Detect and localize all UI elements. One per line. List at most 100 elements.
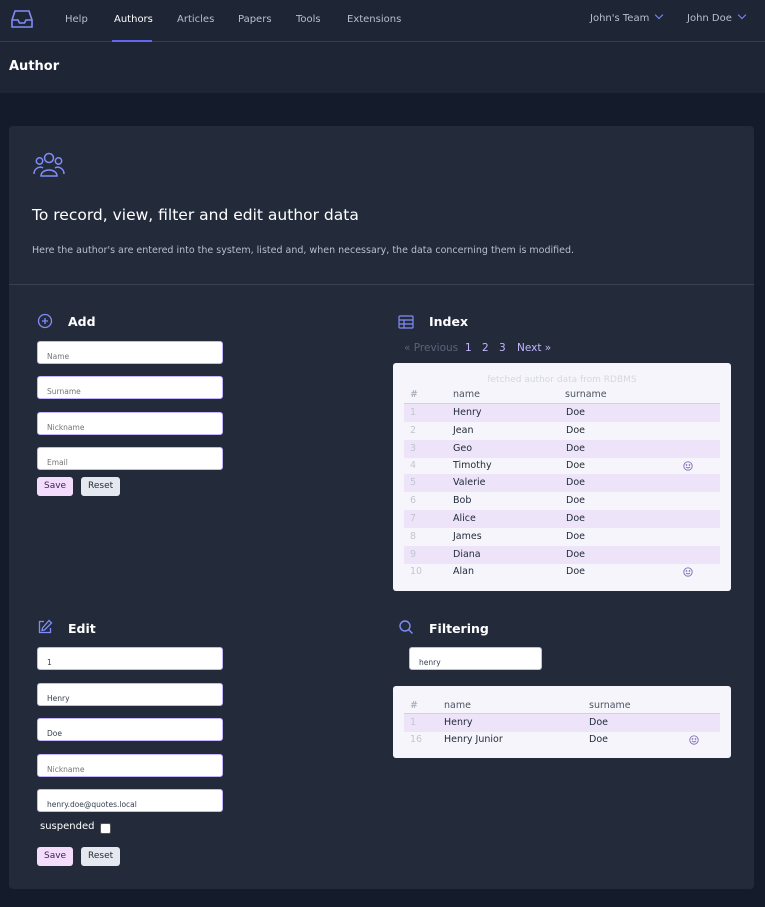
row-surname: Doe	[566, 443, 585, 454]
table-row[interactable]	[404, 404, 720, 422]
row-surname: Doe	[589, 717, 608, 728]
suspended-label: suspended	[40, 821, 95, 832]
row-name: Valerie	[453, 477, 486, 488]
page-title: Author	[9, 59, 60, 74]
edit-id-input[interactable]	[37, 647, 223, 670]
row-id: 8	[410, 531, 417, 542]
add-name-input[interactable]	[37, 341, 223, 364]
edit-section-title: Edit	[68, 621, 96, 636]
row-surname: Doe	[566, 566, 585, 577]
pencil-square-icon	[38, 619, 53, 634]
edit-reset-button[interactable]: Reset	[81, 847, 121, 866]
row-id: 1	[410, 717, 417, 728]
inbox-logo-icon[interactable]	[10, 8, 34, 30]
table-row[interactable]	[404, 440, 720, 458]
row-id: 3	[410, 443, 417, 454]
table-caption: fetched author data from RDBMS	[487, 375, 637, 385]
user-group-icon	[33, 152, 65, 177]
row-name: Geo	[453, 443, 473, 454]
author-card: To record, view, filter and edit author …	[9, 126, 754, 889]
row-id: 6	[410, 495, 417, 506]
edit-name-input[interactable]	[37, 683, 223, 706]
pagination-page-3[interactable]: 3	[499, 342, 506, 354]
add-save-button[interactable]: Save	[37, 477, 74, 496]
row-id: 4	[410, 460, 417, 471]
column-header-surname: surname	[565, 389, 607, 400]
pagination-page-1[interactable]: 1	[465, 342, 472, 354]
chevron-down-icon	[655, 10, 664, 20]
edit-surname-input[interactable]	[37, 718, 223, 741]
row-name: Henry	[444, 717, 473, 728]
index-section-title: Index	[429, 314, 469, 329]
chevron-down-icon	[737, 10, 747, 20]
nav-authors[interactable]: Authors	[114, 14, 153, 25]
smile-icon[interactable]	[683, 567, 693, 577]
row-id: 1	[410, 407, 417, 418]
nav-help[interactable]: Help	[65, 14, 88, 25]
team-dropdown[interactable]: John's Team	[590, 10, 664, 24]
row-id: 7	[410, 513, 417, 524]
row-surname: Doe	[566, 477, 585, 488]
row-id: 2	[410, 425, 417, 436]
table-row[interactable]	[404, 510, 720, 528]
filter-results-table: # name surname 1 Henry Doe 16 Henry Juni…	[393, 686, 731, 758]
edit-email-input[interactable]	[37, 789, 223, 812]
add-email-input[interactable]	[37, 447, 223, 470]
row-id: 5	[410, 477, 417, 488]
row-id: 9	[410, 549, 417, 560]
row-surname: Doe	[566, 425, 585, 436]
smile-icon[interactable]	[683, 461, 693, 471]
top-navbar: Help Authors Articles Papers Tools Exten…	[0, 0, 765, 42]
row-name: Alice	[453, 513, 476, 524]
row-id: 10	[410, 566, 423, 577]
nav-extensions[interactable]: Extensions	[347, 14, 401, 25]
hero-title: To record, view, filter and edit author …	[32, 206, 359, 224]
pagination-page-2[interactable]: 2	[482, 342, 489, 354]
column-header-name: name	[444, 700, 471, 711]
edit-save-button[interactable]: Save	[37, 847, 74, 866]
row-id: 16	[410, 734, 423, 745]
add-surname-input[interactable]	[37, 376, 223, 399]
row-surname: Doe	[589, 734, 608, 745]
row-surname: Doe	[566, 407, 585, 418]
plus-circle-icon	[37, 313, 53, 329]
row-name: James	[453, 531, 482, 542]
table-row[interactable]	[404, 474, 720, 492]
search-icon	[399, 620, 413, 634]
user-label: John Doe	[687, 13, 732, 24]
table-row[interactable]	[404, 546, 720, 564]
row-name: Diana	[453, 549, 481, 560]
nav-tools[interactable]: Tools	[296, 14, 321, 25]
row-name: Henry Junior	[444, 734, 503, 745]
filtering-section-title: Filtering	[429, 621, 489, 636]
add-nickname-input[interactable]	[37, 412, 223, 435]
row-surname: Doe	[566, 495, 585, 506]
row-name: Timothy	[453, 460, 492, 471]
user-dropdown[interactable]: John Doe	[687, 10, 747, 24]
row-surname: Doe	[566, 460, 585, 471]
column-header-id: #	[410, 700, 418, 711]
pagination-previous[interactable]: « Previous	[404, 342, 458, 354]
add-section-title: Add	[68, 314, 96, 329]
pagination-next[interactable]: Next »	[517, 342, 551, 354]
hero-description: Here the author's are entered into the s…	[32, 245, 575, 256]
divider	[9, 284, 754, 285]
suspended-checkbox[interactable]	[100, 823, 111, 834]
nav-papers[interactable]: Papers	[238, 14, 272, 25]
table-icon	[398, 315, 414, 329]
filter-input[interactable]	[409, 647, 542, 670]
team-label: John's Team	[590, 13, 650, 24]
edit-nickname-input[interactable]	[37, 754, 223, 777]
column-header-surname: surname	[589, 700, 631, 711]
column-header-name: name	[453, 389, 480, 400]
row-name: Bob	[453, 495, 472, 506]
row-name: Alan	[453, 566, 474, 577]
row-surname: Doe	[566, 513, 585, 524]
column-header-id: #	[410, 389, 418, 400]
nav-articles[interactable]: Articles	[177, 14, 214, 25]
row-name: Jean	[453, 425, 474, 436]
add-reset-button[interactable]: Reset	[81, 477, 121, 496]
page-header: Author	[0, 42, 765, 93]
row-name: Henry	[453, 407, 482, 418]
smile-icon[interactable]	[689, 735, 699, 745]
